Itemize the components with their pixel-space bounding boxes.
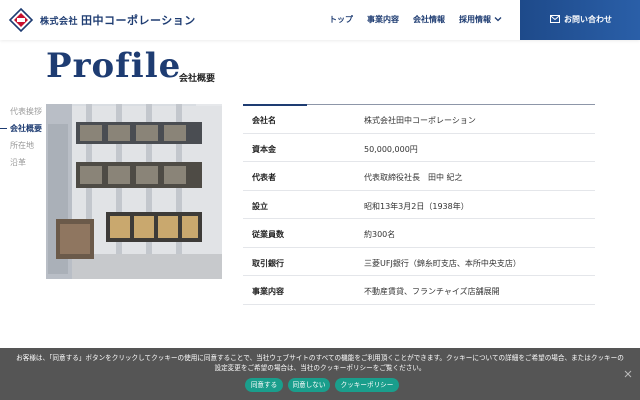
side-nav-location[interactable]: 所在地 (10, 140, 42, 157)
side-nav-profile[interactable]: 会社概要 (0, 123, 42, 140)
table-row: 取引銀行 三菱UFJ銀行（錦糸町支店、本所中央支店） (243, 248, 595, 276)
nav-top[interactable]: トップ (329, 14, 353, 25)
row-label: 設立 (252, 201, 268, 211)
building-photo (46, 104, 222, 279)
side-nav: 代表挨拶 会社概要 所在地 沿革 (0, 106, 42, 174)
company-logo[interactable] (8, 7, 34, 33)
side-nav-history[interactable]: 沿革 (10, 157, 42, 174)
side-nav-greeting[interactable]: 代表挨拶 (10, 106, 42, 123)
cookie-message: お客様は、「同意する」ボタンをクリックしてクッキーの使用に同意することで、当社ウ… (16, 354, 624, 372)
cookie-consent-bar: お客様は、「同意する」ボタンをクリックしてクッキーの使用に同意することで、当社ウ… (0, 348, 640, 400)
cookie-policy-button[interactable]: クッキーポリシー (335, 378, 399, 392)
nav-company-info[interactable]: 会社情報 (413, 14, 445, 25)
table-row: 代表者 代表取締役社長 田中 紀之 (243, 162, 595, 191)
nav-business[interactable]: 事業内容 (367, 14, 399, 25)
cookie-agree-button[interactable]: 同意する (245, 378, 283, 392)
row-value: 50,000,000円 (364, 144, 418, 154)
table-row: 設立 昭和13年3月2日（1938年） (243, 191, 595, 219)
table-row: 事業内容 不動産賃貸、フランチャイズ店舗展開 (243, 276, 595, 305)
page-title: Profile (46, 46, 182, 86)
company-prefix: 株式会社 (40, 17, 79, 27)
site-header: 株式会社 田中コーポレーション トップ 事業内容 会社情報 採用情報 お問い合わせ (0, 0, 640, 40)
row-value: 約300名 (364, 230, 396, 239)
row-value: 株式会社田中コーポレーション (364, 116, 476, 125)
nav-recruit[interactable]: 採用情報 (459, 14, 491, 25)
row-value: 三菱UFJ銀行（錦糸町支店、本所中央支店） (364, 258, 521, 268)
row-label: 事業内容 (252, 287, 284, 296)
company-name-main: 田中コーポレーション (81, 14, 196, 27)
close-icon[interactable] (623, 369, 633, 379)
row-label: 資本金 (252, 144, 276, 154)
contact-button[interactable]: お問い合わせ (520, 0, 640, 40)
company-name[interactable]: 株式会社 田中コーポレーション (40, 12, 196, 28)
row-label: 会社名 (252, 116, 276, 125)
table-row: 資本金 50,000,000円 (243, 134, 595, 162)
row-label: 代表者 (252, 173, 276, 182)
company-profile-table: 会社名 株式会社田中コーポレーション 資本金 50,000,000円 代表者 代… (243, 104, 595, 305)
cookie-disagree-button[interactable]: 同意しない (288, 378, 330, 392)
row-value: 代表取締役社長 田中 紀之 (364, 173, 463, 182)
table-row: 従業員数 約300名 (243, 219, 595, 248)
building-illustration (46, 104, 222, 279)
row-value: 不動産賃貸、フランチャイズ店舗展開 (364, 287, 500, 296)
table-row: 会社名 株式会社田中コーポレーション (243, 105, 595, 134)
row-label: 従業員数 (252, 230, 284, 239)
row-label: 取引銀行 (252, 258, 284, 268)
row-value: 昭和13年3月2日（1938年） (364, 201, 469, 211)
mail-icon (550, 15, 560, 23)
page-subtitle: 会社概要 (179, 74, 216, 84)
contact-label: お問い合わせ (564, 15, 612, 24)
chevron-down-icon[interactable] (493, 14, 503, 24)
